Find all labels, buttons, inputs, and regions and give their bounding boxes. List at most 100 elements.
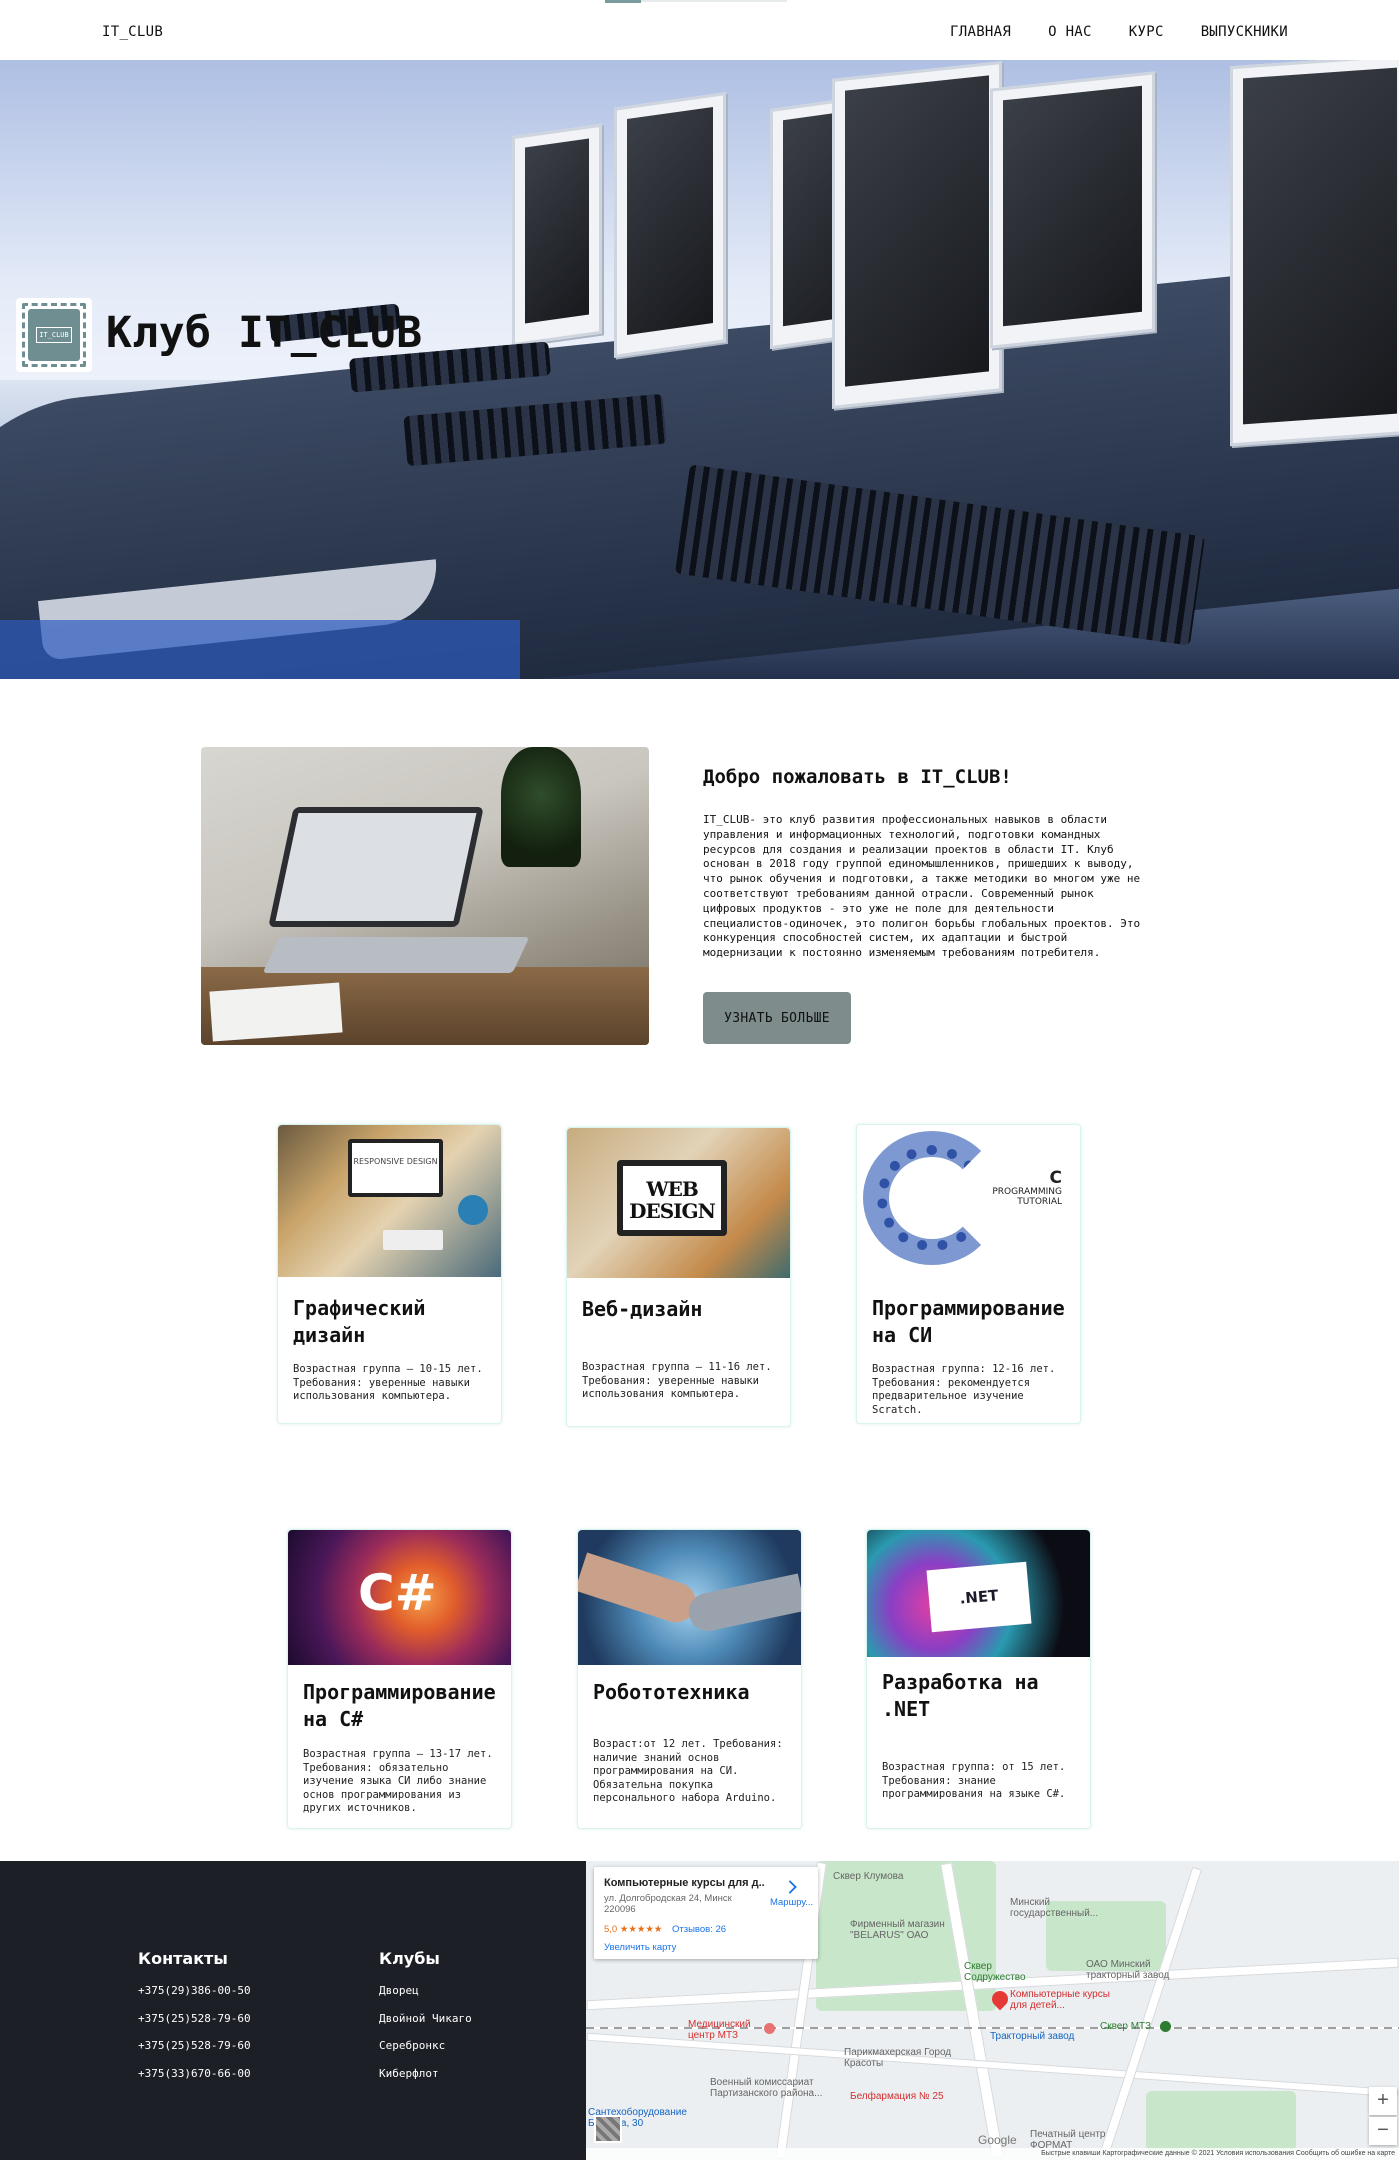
course-title[interactable]: Веб-дизайн [567, 1296, 790, 1350]
nav-menu: ГЛАВНАЯ О НАС КУРС ВЫПУСКНИКИ [950, 24, 1288, 40]
image-cup [458, 1195, 488, 1225]
course-title[interactable]: Разработка на .NET [867, 1669, 1090, 1723]
nav-item-course[interactable]: КУРС [1129, 24, 1164, 40]
welcome-image [201, 747, 649, 1045]
csharp-logo: C# [358, 1564, 437, 1622]
footer-contacts-title: Контакты [138, 1949, 228, 1968]
dotnet-logo: .NET [926, 1561, 1032, 1633]
map-place-address: ул. Долгобродская 24, Минск 220096 [604, 1893, 732, 1915]
map-enlarge-link[interactable]: Увеличить карту [604, 1942, 676, 1953]
footer-clubs-title: Клубы [379, 1949, 440, 1968]
course-description: Возраст:от 12 лет. Требования: наличие з… [593, 1738, 783, 1804]
course-description: Возрастная группа: 12-16 лет. Требования… [872, 1363, 1056, 1416]
map-label: Минский государственный... [1010, 1897, 1099, 1919]
footer-club-item[interactable]: Дворец [379, 1984, 472, 2012]
nav-item-about[interactable]: О НАС [1048, 24, 1092, 40]
course-description: Возрастная группа – 10-15 лет. Требовани… [293, 1363, 483, 1402]
course-card-dotnet[interactable]: .NET Разработка на .NET Возрастная групп… [866, 1529, 1091, 1829]
map-label: Военный комиссариат Партизанского района… [710, 2077, 823, 2099]
hero-title: Клуб IT_CLUB [106, 308, 423, 358]
course-image [578, 1530, 801, 1665]
map-directions-link[interactable]: Маршру... [770, 1897, 813, 1908]
hero-banner: IT_CLUB Клуб IT_CLUB [0, 60, 1399, 679]
course-title[interactable]: Графический дизайн [278, 1295, 501, 1349]
human-hand [578, 1552, 702, 1628]
hero-monitor [990, 71, 1155, 349]
footer-phone[interactable]: +375(33)670-66-00 [138, 2067, 251, 2095]
map-label: Сквер МТЗ [1100, 2021, 1152, 2032]
course-image: WEB DESIGN [567, 1128, 790, 1278]
map-satellite-toggle[interactable] [594, 2115, 622, 2143]
directions-icon[interactable] [783, 1880, 797, 1894]
map-label: Фирменный магазин "BELARUS" ОАО [850, 1919, 945, 1941]
footer-club-item[interactable]: Киберфлот [379, 2067, 472, 2095]
hero-monitor [614, 92, 726, 358]
welcome-text: IT_CLUB- это клуб развития профессиональ… [703, 813, 1141, 960]
map-place-reviews[interactable]: Отзывов: 26 [672, 1924, 726, 1935]
course-card-robotics[interactable]: Робототехника Возраст:от 12 лет. Требова… [577, 1529, 802, 1829]
embedded-map[interactable]: Сквер Клумова Минский государственный...… [586, 1861, 1399, 2160]
image-caption: C PROGRAMMING TUTORIAL [992, 1168, 1062, 1207]
brand-link[interactable]: IT_CLUB [102, 24, 163, 40]
chip-icon: IT_CLUB [22, 303, 86, 367]
hero-monitor [512, 123, 602, 347]
map-label: Тракторный завод [990, 2031, 1075, 2042]
map-road [586, 2032, 1399, 2098]
image-screen: WEB DESIGN [617, 1160, 727, 1236]
course-card-c-programming[interactable]: C PROGRAMMING TUTORIAL Программирование н… [856, 1124, 1081, 1424]
hero-monitor [1230, 60, 1399, 447]
nav-indicator-track [641, 0, 787, 2]
club-logo: IT_CLUB [16, 298, 92, 372]
footer-phone[interactable]: +375(25)528-79-60 [138, 2012, 251, 2040]
image-keyboard [383, 1230, 443, 1250]
hero-monitor [832, 61, 1002, 409]
course-title[interactable]: Программирование на C# [288, 1679, 511, 1733]
map-attribution: Быстрые клавиши Картографические данные … [586, 2148, 1399, 2160]
course-card-web-design[interactable]: WEB DESIGN Веб-дизайн Возрастная группа … [566, 1127, 791, 1427]
nav-item-home[interactable]: ГЛАВНАЯ [950, 24, 1011, 40]
footer-club-item[interactable]: Двойной Чикаго [379, 2012, 472, 2040]
course-image: C PROGRAMMING TUTORIAL [857, 1125, 1080, 1275]
footer: Контакты +375(29)386-00-50 +375(25)528-7… [0, 1861, 586, 2160]
footer-phone[interactable]: +375(29)386-00-50 [138, 1984, 251, 2012]
map-park-icon [1160, 2021, 1171, 2032]
course-description: Возрастная группа: от 15 лет. Требования… [882, 1761, 1066, 1800]
zoom-out-button[interactable]: − [1369, 2117, 1397, 2145]
google-logo: Google [978, 2133, 1017, 2147]
learn-more-button[interactable]: УЗНАТЬ БОЛЬШЕ [703, 992, 851, 1044]
map-park [1146, 2091, 1296, 2151]
course-image: C# [288, 1530, 511, 1665]
map-label: Парикмахерская Город Красоты [844, 2047, 952, 2069]
hero-floor [0, 620, 520, 679]
course-title[interactable]: Программирование на СИ [857, 1295, 1080, 1349]
footer-contacts: Контакты +375(29)386-00-50 +375(25)528-7… [138, 1949, 251, 2094]
course-card-csharp[interactable]: C# Программирование на C# Возрастная гру… [287, 1529, 512, 1829]
map-place-title[interactable]: Компьютерные курсы для д... [604, 1877, 764, 1889]
map-label: Медицинский центр МТЗ [688, 2019, 751, 2041]
map-place-card: Компьютерные курсы для д... ул. Долгобро… [594, 1867, 818, 1959]
image-monitor: RESPONSIVE DESIGN [348, 1139, 443, 1197]
course-title[interactable]: Робототехника [578, 1679, 801, 1733]
robot-hand [685, 1573, 801, 1635]
welcome-image-paper [209, 982, 343, 1042]
map-label: ОАО Минский тракторный завод [1086, 1959, 1170, 1981]
course-image: RESPONSIVE DESIGN [278, 1125, 501, 1277]
nav-active-indicator [605, 0, 641, 3]
map-label: Сквер Содружество [964, 1961, 1026, 1983]
c-letter-graphic-inner [877, 1145, 987, 1251]
course-card-graphic-design[interactable]: RESPONSIVE DESIGN Графический дизайн Воз… [277, 1124, 502, 1424]
welcome-image-laptop [268, 807, 484, 927]
nav-item-graduates[interactable]: ВЫПУСКНИКИ [1201, 24, 1288, 40]
footer-club-item[interactable]: Серебронкс [379, 2039, 472, 2067]
map-label: Сквер Клумова [833, 1871, 904, 1882]
course-description: Возрастная группа – 13-17 лет. Требовани… [303, 1748, 493, 1814]
map-label: Белфармация № 25 [850, 2091, 944, 2102]
course-image: .NET [867, 1530, 1090, 1657]
welcome-image-plant [501, 747, 581, 867]
top-navbar: IT_CLUB ГЛАВНАЯ О НАС КУРС ВЫПУСКНИКИ [0, 0, 1399, 60]
footer-clubs: Клубы Дворец Двойной Чикаго Серебронкс К… [379, 1949, 472, 2094]
footer-phone[interactable]: +375(25)528-79-60 [138, 2039, 251, 2067]
map-label[interactable]: Компьютерные курсы для детей... [1010, 1989, 1120, 2011]
map-place-rating: 5,0 ★★★★★ [604, 1924, 663, 1935]
zoom-in-button[interactable]: + [1369, 2087, 1397, 2115]
